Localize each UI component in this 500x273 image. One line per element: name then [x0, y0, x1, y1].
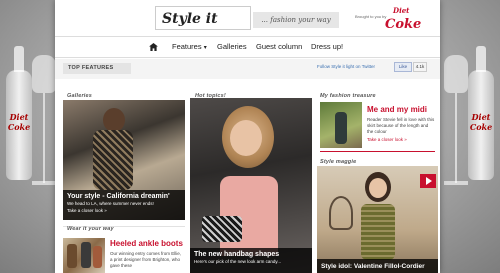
wear-title[interactable]: Heeled ankle boots [110, 239, 183, 248]
style-maggie-caption: Style idol: Valentine Fillol-Cordier [317, 259, 438, 273]
right-decoration: Diet Coke [440, 0, 500, 273]
facebook-like-count: 4.1k [413, 62, 427, 72]
nav-item-features[interactable]: Features ▾ [172, 37, 207, 57]
treasure-divider [320, 151, 435, 152]
nav-item-galleries[interactable]: Galleries [217, 37, 247, 57]
play-icon[interactable] [420, 174, 436, 188]
chevron-down-icon: ▾ [203, 45, 207, 51]
hot-topics-photo[interactable]: The new handbag shapes Here's our pick o… [190, 98, 312, 273]
style-maggie-label: Style maggie [320, 159, 357, 165]
hot-topics-caption: The new handbag shapes Here's our pick o… [190, 248, 312, 273]
page: Style it light ... fashion your way Brou… [55, 0, 440, 273]
hot-topics-subtitle: Here's our pick of the new look arm cand… [194, 259, 282, 264]
brought-by-label: Brought to you by [355, 14, 387, 19]
tagline: ... fashion your way [253, 12, 339, 28]
fashion-treasure-link[interactable]: Take a closer look » [367, 137, 407, 142]
wear-it-your-way-label: Wear it your way [67, 226, 114, 232]
galleries-link[interactable]: Take a closer look » [67, 207, 181, 214]
twitter-follow-link[interactable]: Follow Style it light on Twitter [317, 63, 375, 71]
left-decoration: Diet Coke [0, 0, 60, 273]
coke-bottle-right: Diet Coke [468, 46, 494, 180]
galleries-label: Galleries [67, 93, 93, 99]
header: Style it light ... fashion your way Brou… [55, 0, 440, 51]
top-features-label: TOP FEATURES [63, 63, 131, 74]
galleries-title[interactable]: Your style - California dreamin' [67, 192, 181, 201]
home-icon[interactable] [149, 43, 158, 51]
fashion-treasure-title[interactable]: Me and my midi [367, 105, 427, 114]
style-maggie-title[interactable]: Style idol: Valentine Fillol-Cordier [321, 262, 434, 271]
fashion-treasure-text: Reader Stevie fell in love with this ski… [367, 117, 435, 134]
style-maggie-photo[interactable]: Style idol: Valentine Fillol-Cordier [317, 166, 438, 273]
site-logo[interactable]: Style it light [155, 6, 251, 51]
main-nav: Features ▾ Galleries Guest column Dress … [55, 36, 440, 58]
wear-it-your-way-photo[interactable] [63, 238, 105, 273]
fashion-treasure-label: My fashion treasure [320, 93, 376, 99]
facebook-like-button[interactable]: Like [394, 62, 412, 72]
coke-bottle-left: Diet Coke [6, 46, 32, 180]
galleries-photo[interactable]: Your style - California dreamin' We head… [63, 100, 185, 220]
wear-text: Our winning entry comes from Ellie, a pr… [110, 251, 182, 268]
galleries-caption: Your style - California dreamin' We head… [63, 190, 185, 220]
nav-item-guest-column[interactable]: Guest column [256, 37, 302, 57]
hot-topics-title[interactable]: The new handbag shapes [194, 250, 308, 259]
mannequin-left [30, 55, 58, 195]
fashion-treasure-photo[interactable] [320, 102, 362, 148]
sponsor-logo[interactable]: Diet Coke [385, 4, 421, 32]
nav-item-dress-up[interactable]: Dress up! [311, 37, 343, 57]
